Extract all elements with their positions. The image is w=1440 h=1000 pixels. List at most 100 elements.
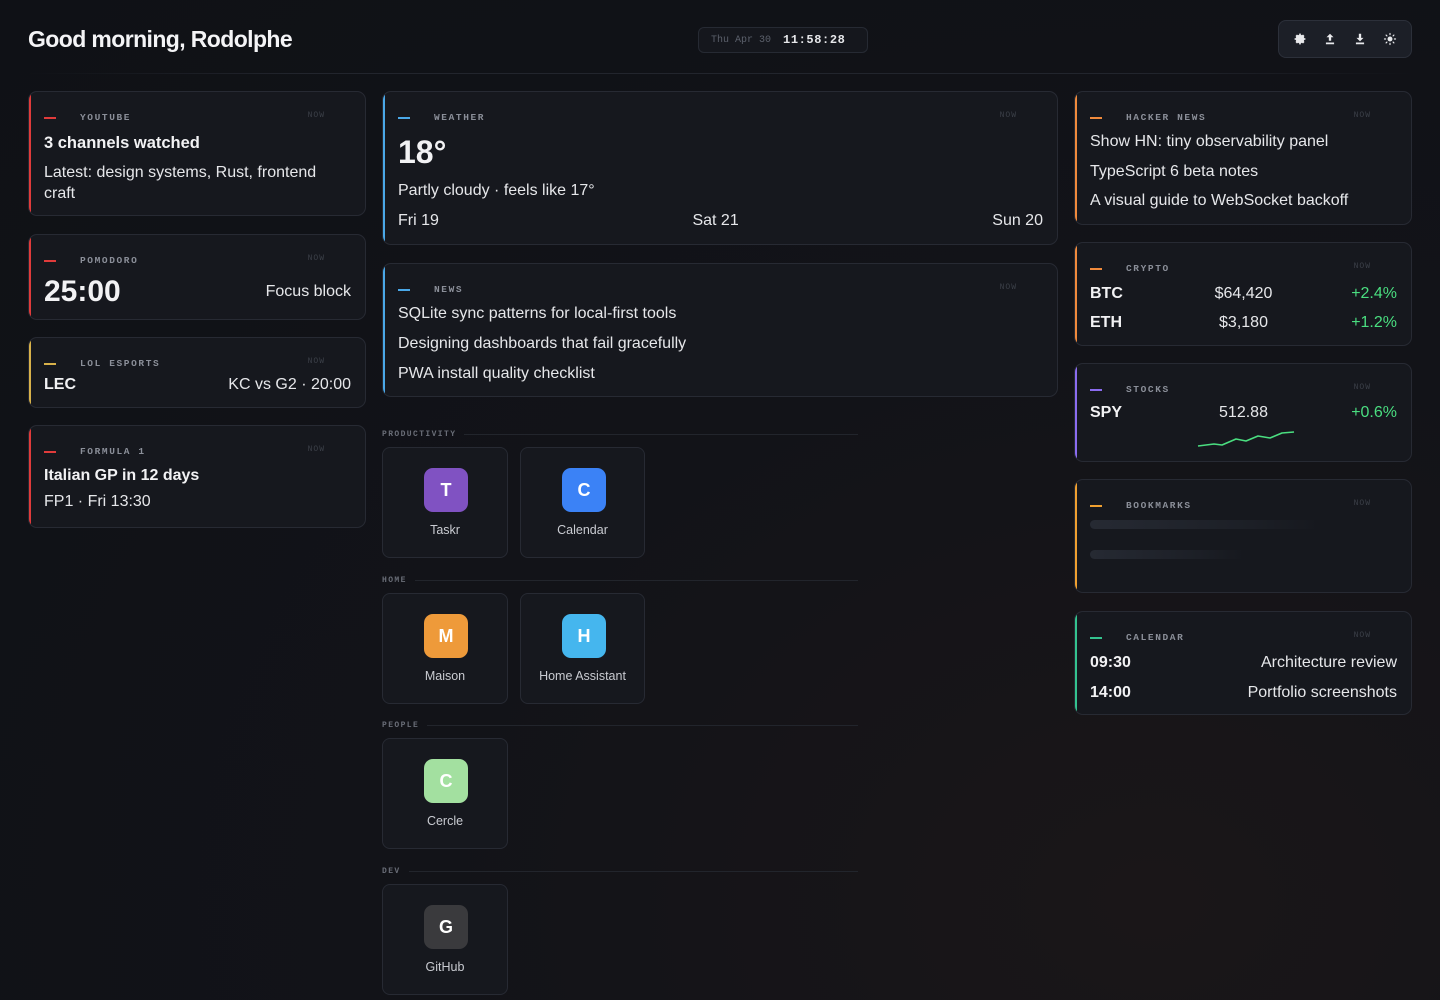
hn-item[interactable]: Show HN: tiny observability panel — [1090, 127, 1397, 157]
crypto-card[interactable]: CRYPTO NOW BTC $64,420 +2.4% ETH $3,180 … — [1074, 242, 1412, 346]
card-label: LOL ESPORTS — [80, 358, 161, 369]
accent-dash — [1090, 636, 1102, 639]
card-label: BOOKMARKS — [1126, 500, 1192, 511]
home-assistant-icon: H — [562, 614, 606, 658]
f1-session: FP1 · Fri 13:30 — [44, 493, 151, 510]
card-status: NOW — [1353, 262, 1371, 271]
header-divider — [28, 73, 1412, 74]
weather-summary: Partly cloudy · feels like 17° — [398, 182, 595, 199]
calendar-event[interactable]: 09:30 Architecture review — [1090, 648, 1397, 678]
clock-time: 11:58:28 — [783, 33, 846, 47]
accent-dash — [398, 116, 410, 119]
stock-row: SPY 512.88 +0.6% — [1090, 400, 1397, 426]
crypto-change: +2.4% — [1351, 284, 1397, 302]
card-status: NOW — [1353, 499, 1371, 508]
calendar-card[interactable]: CALENDAR NOW 09:30 Architecture review 1… — [1074, 611, 1412, 715]
card-status: NOW — [307, 111, 325, 120]
stocks-card[interactable]: STOCKS NOW SPY 512.88 +0.6% — [1074, 363, 1412, 462]
bookmark-skeleton — [1090, 520, 1320, 529]
header: Good morning, Rodolphe Thu Apr 30 11:58:… — [0, 0, 1440, 76]
news-card[interactable]: NEWS NOW SQLite sync patterns for local-… — [382, 263, 1058, 397]
lol-match: KC vs G2 · 20:00 — [228, 376, 351, 393]
f1-title: Italian GP in 12 days — [44, 467, 200, 484]
card-status: NOW — [307, 254, 325, 263]
forecast-day: Fri 19 — [398, 212, 439, 229]
card-label: WEATHER — [434, 112, 486, 123]
event-time: 09:30 — [1090, 654, 1131, 671]
stock-symbol: SPY — [1090, 404, 1123, 421]
forecast-day: Sun 20 — [992, 212, 1043, 229]
news-item[interactable]: Designing dashboards that fail gracefull… — [398, 329, 1043, 359]
crypto-row: ETH $3,180 +1.2% — [1090, 308, 1397, 337]
app-name: GitHub — [425, 960, 465, 974]
hn-item[interactable]: A visual guide to WebSocket backoff — [1090, 186, 1397, 216]
import-button[interactable] — [1347, 26, 1373, 52]
bookmarks-card[interactable]: BOOKMARKS NOW — [1074, 479, 1412, 593]
card-label: CALENDAR — [1126, 632, 1185, 643]
accent-dash — [398, 288, 410, 291]
formula1-card[interactable]: FORMULA 1 NOW Italian GP in 12 days FP1 … — [28, 425, 366, 528]
cercle-icon: C — [424, 759, 468, 803]
app-tile-maison[interactable]: M Maison — [382, 593, 508, 704]
section-title: PEOPLE — [382, 720, 420, 730]
card-status: NOW — [999, 283, 1017, 292]
app-tile-github[interactable]: G GitHub — [382, 884, 508, 995]
gear-icon — [1294, 33, 1306, 45]
news-item[interactable]: PWA install quality checklist — [398, 359, 1043, 389]
theme-toggle-button[interactable] — [1377, 26, 1403, 52]
github-icon: G — [424, 905, 468, 949]
app-tile-cercle[interactable]: C Cercle — [382, 738, 508, 849]
app-name: Calendar — [557, 523, 608, 537]
hn-item[interactable]: TypeScript 6 beta notes — [1090, 157, 1397, 187]
app-name: Home Assistant — [539, 669, 626, 683]
app-name: Maison — [424, 669, 466, 683]
greeting-title: Good morning, Rodolphe — [28, 26, 293, 52]
crypto-symbol: BTC — [1090, 284, 1123, 302]
lol-league: LEC — [44, 376, 76, 393]
weather-card[interactable]: WEATHER NOW 18° Partly cloudy · feels li… — [382, 91, 1058, 245]
section-title: HOME — [382, 575, 407, 585]
calendar-event[interactable]: 14:00 Portfolio screenshots — [1090, 678, 1397, 708]
stock-sparkline — [1197, 431, 1295, 447]
card-status: NOW — [307, 445, 325, 454]
app-tile-taskr[interactable]: T Taskr — [382, 447, 508, 558]
accent-dash — [44, 450, 56, 453]
pomodoro-card[interactable]: POMODORO NOW 25:00 Focus block — [28, 234, 366, 320]
app-name: Taskr — [430, 523, 460, 537]
news-item[interactable]: SQLite sync patterns for local-first too… — [398, 299, 1043, 329]
accent-dash — [1090, 116, 1102, 119]
app-tile-home-assistant[interactable]: H Home Assistant — [520, 593, 645, 704]
app-tile-calendar[interactable]: C Calendar — [520, 447, 645, 558]
section-productivity: PRODUCTIVITY — [382, 428, 858, 440]
section-title: PRODUCTIVITY — [382, 429, 457, 439]
section-dev: DEV — [382, 865, 858, 877]
sun-icon — [1383, 32, 1397, 46]
card-label: CRYPTO — [1126, 263, 1170, 274]
export-button[interactable] — [1317, 26, 1343, 52]
card-label: STOCKS — [1126, 384, 1170, 395]
clock: Thu Apr 30 11:58:28 — [698, 27, 868, 53]
bookmark-skeleton — [1090, 550, 1245, 559]
card-status: NOW — [999, 111, 1017, 120]
card-label: YOUTUBE — [80, 112, 132, 123]
maison-icon: M — [424, 614, 468, 658]
lol-esports-card[interactable]: LOL ESPORTS NOW LEC KC vs G2 · 20:00 — [28, 337, 366, 408]
crypto-price: $3,180 — [1219, 313, 1268, 331]
calendar-app-icon: C — [562, 468, 606, 512]
card-status: NOW — [1353, 383, 1371, 392]
weather-temperature: 18° — [398, 134, 447, 170]
accent-dash — [1090, 388, 1102, 391]
event-time: 14:00 — [1090, 684, 1131, 701]
hacker-news-card[interactable]: HACKER NEWS NOW Show HN: tiny observabil… — [1074, 91, 1412, 225]
clock-date: Thu Apr 30 — [711, 34, 772, 46]
crypto-price: $64,420 — [1214, 284, 1273, 302]
accent-dash — [1090, 267, 1102, 270]
crypto-change: +1.2% — [1351, 313, 1397, 331]
youtube-title: 3 channels watched — [44, 134, 200, 152]
accent-dash — [44, 116, 56, 119]
event-title: Architecture review — [1260, 654, 1397, 671]
stock-price: 512.88 — [1219, 404, 1268, 421]
youtube-card[interactable]: YOUTUBE NOW 3 channels watched Latest: d… — [28, 91, 366, 216]
settings-button[interactable] — [1287, 26, 1313, 52]
section-title: DEV — [382, 866, 401, 876]
